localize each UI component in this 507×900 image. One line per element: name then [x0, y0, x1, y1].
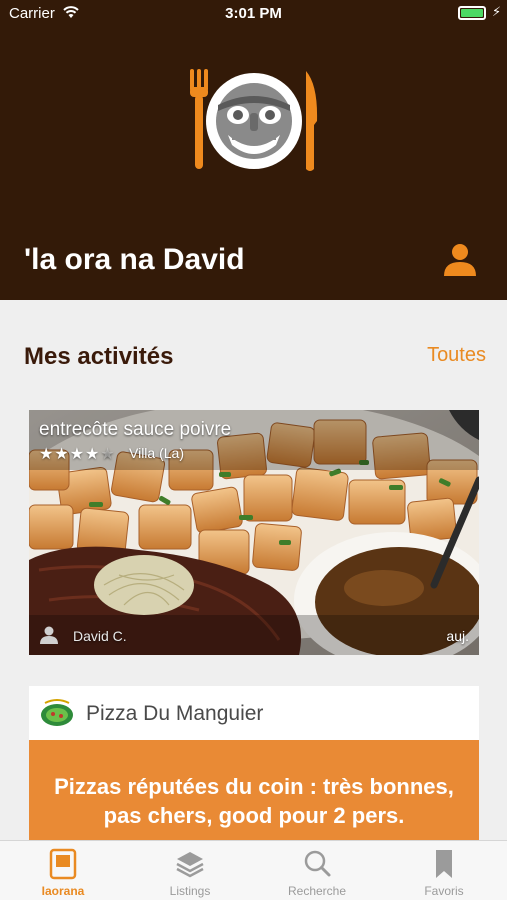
battery-icon	[458, 6, 486, 20]
rating-stars: ★★★★★	[39, 444, 116, 464]
tab-label: Iaorana	[41, 884, 85, 898]
restaurant-name: Pizza Du Manguier	[86, 702, 264, 725]
activities-title: Mes activités	[24, 343, 174, 370]
status-bar: Carrier 3:01 PM ⚡	[0, 0, 507, 28]
place-name[interactable]: Villa (La)	[129, 445, 184, 461]
layers-icon	[176, 852, 204, 878]
author-name[interactable]: David C.	[73, 628, 127, 644]
header: Carrier 3:01 PM ⚡ 'la ora na David	[0, 0, 507, 300]
greeting-title: 'la ora na David	[24, 243, 245, 276]
tab-listings[interactable]: Listings	[127, 841, 253, 900]
stars-empty: ★	[100, 446, 116, 463]
restaurant-card[interactable]: Pizza Du Manguier Pizzas réputées du coi…	[29, 686, 479, 846]
activity-card[interactable]: entrecôte sauce poivre ★★★★★ Villa (La) …	[29, 410, 479, 655]
tray-icon	[49, 848, 77, 880]
stars-filled: ★★★★	[39, 446, 101, 463]
tab-label: Listings	[169, 884, 211, 898]
see-all-link[interactable]: Toutes	[427, 344, 486, 367]
review-text: Pizzas réputées du coin : très bonnes, p…	[54, 774, 454, 828]
profile-icon[interactable]	[440, 240, 480, 280]
clock: 3:01 PM	[225, 5, 282, 22]
bookmark-icon	[436, 850, 452, 878]
tab-favoris[interactable]: Favoris	[381, 841, 507, 900]
search-icon	[304, 850, 331, 877]
tab-label: Recherche	[287, 884, 347, 898]
restaurant-logo	[41, 699, 73, 726]
post-date: auj.	[446, 628, 469, 644]
tab-label: Favoris	[424, 884, 464, 898]
battery-level	[461, 9, 483, 17]
tab-iaorana[interactable]: Iaorana	[0, 841, 126, 900]
tab-bar: Iaorana Listings Recherche Favoris	[0, 840, 507, 900]
activities-header: Mes activités Toutes	[24, 340, 486, 374]
charging-icon: ⚡	[492, 4, 502, 19]
dish-name: entrecôte sauce poivre	[39, 419, 232, 440]
tab-recherche[interactable]: Recherche	[254, 841, 380, 900]
app-logo	[190, 69, 318, 171]
user-icon	[40, 626, 58, 644]
review-banner: Pizzas réputées du coin : très bonnes, p…	[29, 740, 479, 846]
